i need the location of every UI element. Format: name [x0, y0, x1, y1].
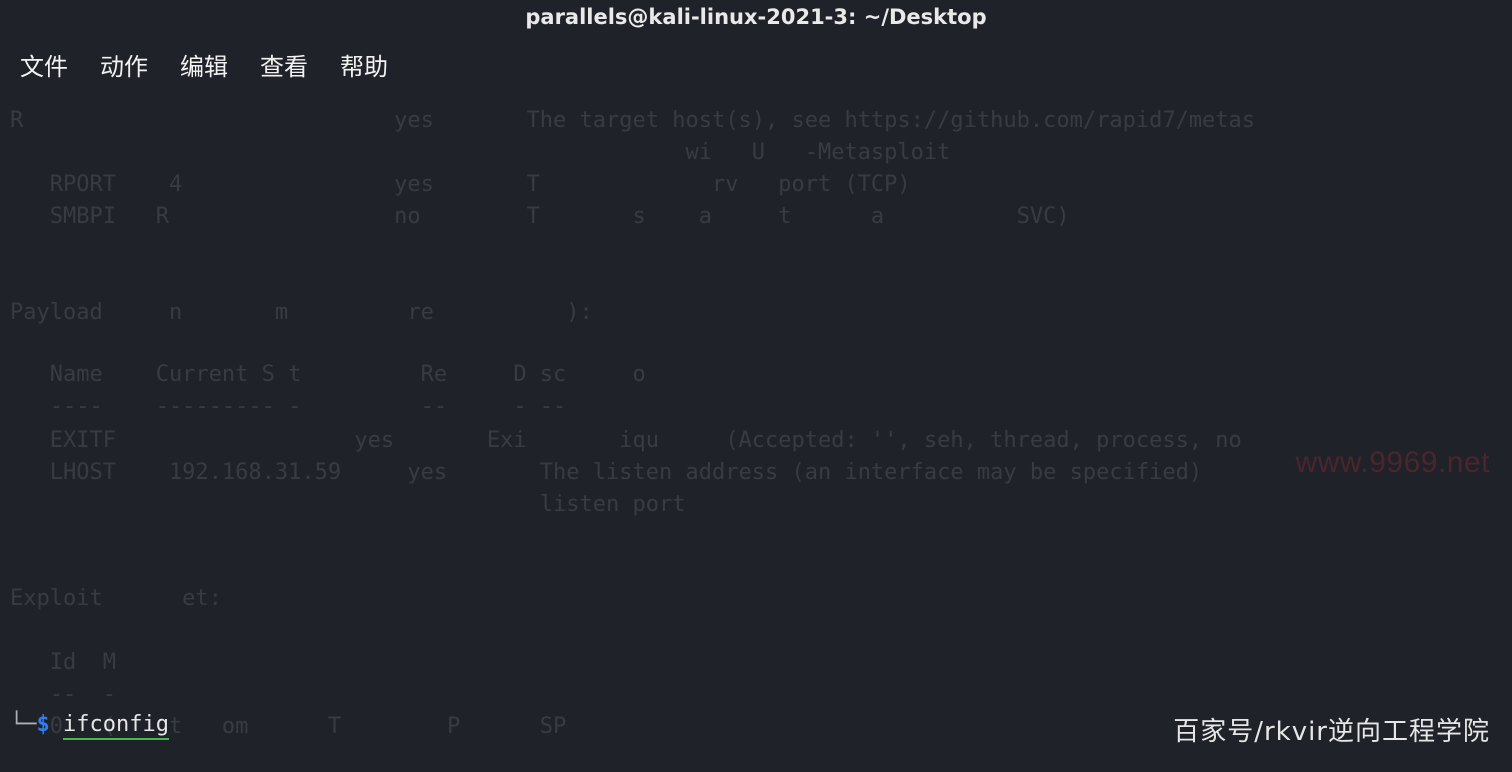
watermark-main: 百家号/rkvir逆向工程学院	[1173, 714, 1490, 752]
ghost-line: ---- --------- - -- - --	[10, 391, 566, 423]
ghost-line: Id M	[10, 647, 116, 679]
ghost-line: wi U -Metasploit	[10, 137, 950, 169]
window-title: parallels@kali-linux-2021-3: ~/Desktop	[0, 0, 1512, 36]
menu-file[interactable]: 文件	[20, 50, 68, 85]
ghost-line: R yes The target host(s), see https://gi…	[10, 105, 1255, 137]
menu-view[interactable]: 查看	[260, 50, 308, 85]
ghost-line: Payload n m re ):	[10, 297, 593, 329]
ghost-line: LHOST 192.168.31.59 yes The listen addre…	[10, 457, 1202, 489]
ghost-line: -- -	[10, 679, 116, 711]
command-text: ifconfig	[63, 712, 169, 740]
menu-edit[interactable]: 编辑	[180, 50, 228, 85]
prompt-dollar: $	[37, 712, 50, 737]
ghost-line: EXITF yes Exi iqu (Accepted: '', seh, th…	[10, 425, 1242, 457]
ghost-line: Exploit et:	[10, 583, 222, 615]
prompt-glyph-icon: └─	[10, 712, 37, 737]
ghost-line: RPORT 4 yes T rv port (TCP)	[10, 169, 911, 201]
watermark-faint: www.9969.net	[1296, 441, 1490, 485]
menu-bar: 文件 动作 编辑 查看 帮助	[0, 36, 1512, 103]
ghost-line: listen port	[10, 489, 686, 521]
terminal-area[interactable]: R yes The target host(s), see https://gi…	[0, 103, 1512, 772]
ghost-line: SMBPI R no T s a t a SVC)	[10, 201, 1070, 233]
ghost-line: Name Current S t Re D sc o	[10, 359, 646, 391]
menu-actions[interactable]: 动作	[100, 50, 148, 85]
menu-help[interactable]: 帮助	[340, 50, 388, 85]
